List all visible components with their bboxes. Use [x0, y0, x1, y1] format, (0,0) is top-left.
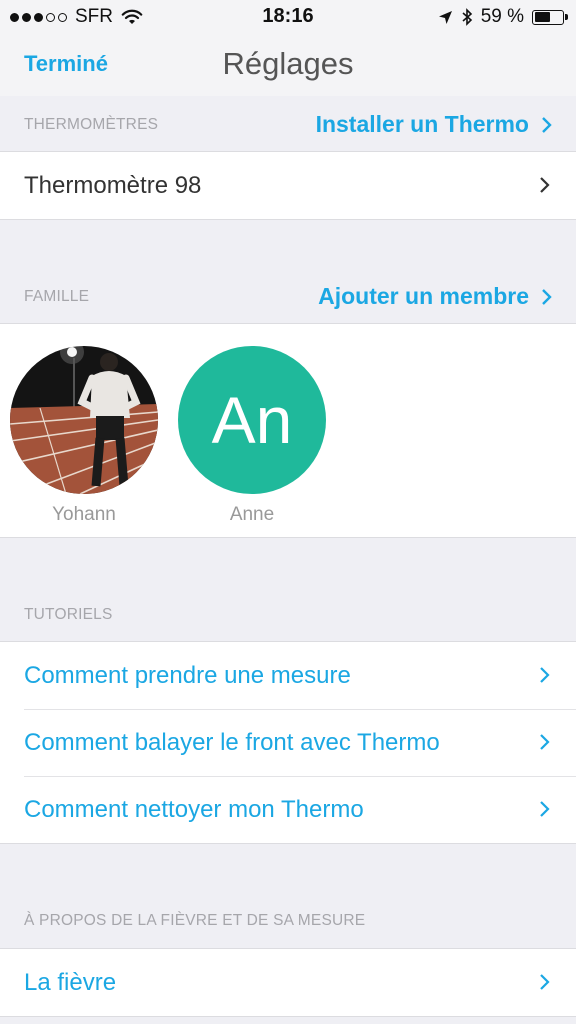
- location-arrow-icon: [438, 10, 452, 24]
- about-list: La fièvre: [0, 948, 576, 1017]
- page-title: Réglages: [222, 46, 354, 81]
- chevron-right-icon: [542, 288, 552, 305]
- thermometers-section-header: THERMOMÈTRES Installer un Thermo: [0, 96, 576, 152]
- install-thermo-label: Installer un Thermo: [315, 111, 529, 137]
- tutorials-list: Comment prendre une mesure Comment balay…: [0, 641, 576, 844]
- member-name: Anne: [229, 504, 275, 525]
- chevron-right-icon: [540, 667, 550, 683]
- family-section-header: FAMILLE Ajouter un membre: [0, 268, 576, 324]
- install-thermo-button[interactable]: Installer un Thermo: [316, 111, 552, 138]
- battery-icon: [532, 9, 568, 25]
- avatar: An: [178, 346, 326, 494]
- member-photo: [10, 346, 158, 494]
- member-yohann[interactable]: Yohann: [10, 346, 158, 526]
- thermometer-row[interactable]: Thermomètre 98: [0, 152, 576, 219]
- chevron-right-icon: [542, 116, 552, 133]
- chevron-right-icon: [540, 734, 550, 750]
- thermometer-name: Thermomètre 98: [24, 171, 202, 199]
- family-header-label: FAMILLE: [24, 288, 90, 305]
- chevron-right-icon: [540, 177, 550, 193]
- avatar: [10, 346, 158, 494]
- tutorial-row[interactable]: Comment prendre une mesure: [0, 642, 576, 709]
- about-section-header: À PROPOS DE LA FIÈVRE ET DE SA MESURE: [0, 892, 576, 948]
- about-header-label: À PROPOS DE LA FIÈVRE ET DE SA MESURE: [24, 912, 366, 929]
- tutorials-header-label: TUTORIELS: [24, 606, 113, 623]
- tutorial-label: Comment prendre une mesure: [24, 661, 351, 689]
- add-member-button[interactable]: Ajouter un membre: [318, 283, 552, 310]
- about-row[interactable]: La fièvre: [0, 949, 576, 1016]
- tutorial-row[interactable]: Comment balayer le front avec Thermo: [0, 709, 576, 776]
- tutorial-label: Comment nettoyer mon Thermo: [24, 795, 364, 823]
- bluetooth-icon: [462, 8, 472, 26]
- add-member-label: Ajouter un membre: [318, 283, 529, 309]
- tutorial-label: Comment balayer le front avec Thermo: [24, 728, 440, 756]
- tutorial-row[interactable]: Comment nettoyer mon Thermo: [0, 776, 576, 843]
- status-bar: SFR 18:16 59 %: [0, 0, 576, 34]
- family-members: Yohann An Anne: [0, 323, 576, 538]
- chevron-right-icon: [540, 801, 550, 817]
- thermometers-header-label: THERMOMÈTRES: [24, 116, 159, 133]
- member-anne[interactable]: An Anne: [178, 346, 326, 526]
- thermometers-list: Thermomètre 98: [0, 151, 576, 220]
- about-label: La fièvre: [24, 968, 117, 996]
- chevron-right-icon: [540, 974, 550, 990]
- battery-percent: 59 %: [480, 6, 524, 27]
- tutorials-section-header: TUTORIELS: [0, 586, 576, 642]
- nav-bar: Terminé Réglages: [0, 34, 576, 96]
- member-name: Yohann: [52, 504, 116, 525]
